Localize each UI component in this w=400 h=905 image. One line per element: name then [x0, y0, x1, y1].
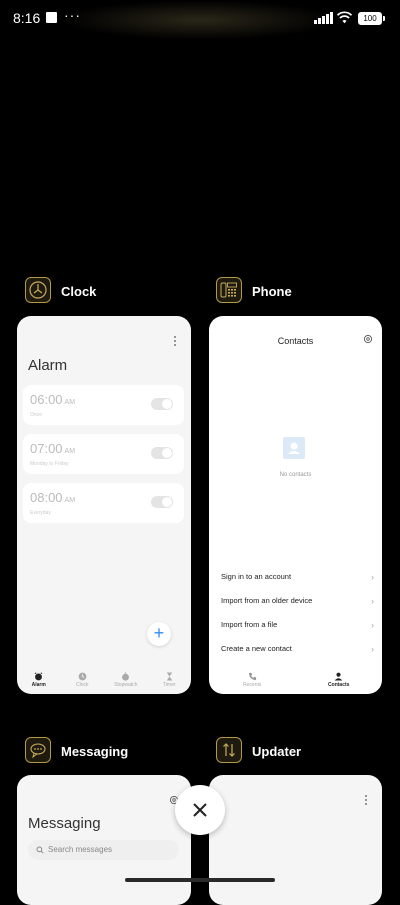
alarm-ampm: AM — [64, 497, 76, 504]
hourglass-icon — [166, 672, 172, 681]
option-import-file: Import from a file › — [221, 620, 374, 634]
alarm-repeat: Everyday — [30, 510, 51, 516]
alarm-repeat: Monday to Friday — [30, 461, 69, 467]
alarm-toggle — [151, 496, 173, 508]
tab-alarm: Alarm — [17, 668, 61, 694]
status-bar: 8:16 ··· 100 — [0, 0, 400, 36]
alarm-ampm: AM — [64, 399, 76, 406]
app-header-phone[interactable]: Phone — [216, 277, 356, 307]
recent-card-updater[interactable] — [209, 775, 382, 905]
option-label: Import from a file — [221, 620, 278, 629]
alarm-time: 07:00 — [30, 441, 63, 456]
clock-icon — [25, 277, 51, 303]
tab-recents: Recents — [209, 668, 296, 694]
phone-bottom-nav: Recents Contacts — [209, 668, 382, 694]
alarm-item: 08:00 AM Everyday — [23, 483, 184, 523]
chevron-right-icon: › — [371, 572, 374, 582]
search-icon — [36, 846, 44, 854]
tab-label: Contacts — [328, 682, 350, 688]
alarm-repeat: Once — [30, 412, 42, 418]
tab-stopwatch: Stopwatch — [104, 668, 148, 694]
battery-icon: 100 — [358, 12, 385, 25]
tab-timer: Timer — [148, 668, 192, 694]
app-name-messaging: Messaging — [61, 744, 129, 759]
option-create-contact: Create a new contact › — [221, 644, 374, 658]
alarm-title: Alarm — [28, 357, 68, 374]
clock-bottom-nav: Alarm Clock Stopwatch Timer — [17, 668, 191, 694]
tab-contacts: Contacts — [296, 668, 383, 694]
app-header-clock[interactable]: Clock — [25, 277, 165, 307]
app-name-phone: Phone — [252, 284, 292, 299]
chevron-right-icon: › — [371, 596, 374, 606]
add-alarm-icon: + — [147, 622, 171, 646]
chat-bubbles-icon — [25, 737, 51, 763]
home-indicator[interactable] — [125, 878, 275, 882]
search-messages-bar: Search messages — [28, 840, 179, 860]
option-sign-in: Sign in to an account › — [221, 572, 374, 586]
more-options-icon — [174, 336, 177, 348]
stopwatch-icon — [122, 672, 130, 681]
empty-contacts-icon — [283, 437, 305, 459]
option-label: Create a new contact — [221, 644, 292, 653]
tab-label: Alarm — [31, 682, 46, 688]
alarm-item: 06:00 AM Once — [23, 385, 184, 425]
chevron-right-icon: › — [371, 620, 374, 630]
alarm-time: 08:00 — [30, 490, 63, 505]
phone-handset-icon — [248, 672, 256, 681]
alarm-toggle — [151, 398, 173, 410]
app-name-updater: Updater — [252, 744, 302, 759]
gear-icon — [363, 334, 373, 344]
more-notifications-icon: ··· — [64, 7, 81, 23]
clock-icon — [78, 672, 87, 681]
tab-label: Recents — [243, 682, 262, 688]
recent-card-clock[interactable]: Alarm 06:00 AM Once 07:00 AM Monday to Fri… — [17, 316, 191, 694]
person-icon — [334, 672, 343, 681]
update-arrows-icon — [216, 737, 242, 763]
recent-card-messaging[interactable]: Messaging Search messages — [17, 775, 191, 905]
app-header-updater[interactable]: Updater — [216, 737, 356, 767]
no-contacts-text: No contacts — [279, 472, 312, 478]
tab-clock: Clock — [61, 668, 105, 694]
tab-label: Clock — [75, 682, 89, 688]
signal-icon — [314, 11, 334, 24]
contacts-title: Contacts — [277, 336, 314, 346]
alarm-time: 06:00 — [30, 392, 63, 407]
notification-icon — [46, 12, 57, 23]
tab-label: Timer — [162, 682, 176, 688]
option-import-device: Import from an older device › — [221, 596, 374, 610]
wifi-icon — [336, 11, 353, 24]
messaging-title: Messaging — [28, 815, 101, 832]
option-label: Import from an older device — [221, 596, 313, 605]
search-placeholder: Search messages — [48, 845, 113, 854]
tab-label: Stopwatch — [114, 682, 138, 688]
phone-icon — [216, 277, 242, 303]
more-options-icon — [365, 795, 368, 807]
alarm-toggle — [151, 447, 173, 459]
close-icon — [193, 803, 207, 817]
chevron-right-icon: › — [371, 644, 374, 654]
alarm-ampm: AM — [64, 448, 76, 455]
option-label: Sign in to an account — [221, 572, 292, 581]
status-time: 8:16 — [13, 10, 41, 26]
app-header-messaging[interactable]: Messaging — [25, 737, 175, 767]
clear-all-button[interactable] — [175, 785, 225, 835]
app-name-clock: Clock — [61, 284, 97, 299]
recent-card-phone[interactable]: Contacts No contacts Sign in to an accou… — [209, 316, 382, 694]
alarm-icon — [34, 672, 43, 681]
alarm-item: 07:00 AM Monday to Friday — [23, 434, 184, 474]
